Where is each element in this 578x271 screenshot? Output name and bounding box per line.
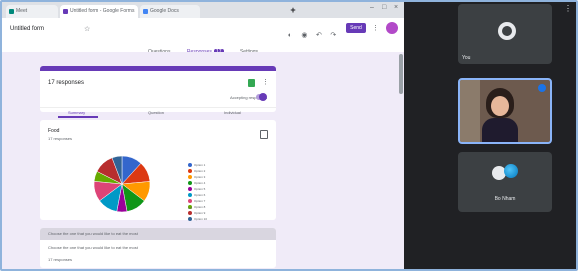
subtab-question[interactable]: Question (148, 110, 164, 115)
legend-item: Option 5 (188, 180, 207, 191)
docs-favicon-icon (143, 9, 148, 14)
preview-icon[interactable]: ◉ (299, 31, 309, 39)
forms-favicon-icon (63, 9, 68, 14)
responses-summary-card: 17 responses ⋮ Accepting responses Summa… (40, 66, 276, 118)
legend-item: Option 6 (188, 186, 207, 197)
participant-tile-other[interactable]: Bo Nham (458, 152, 552, 212)
legend-item: Option 10 (188, 210, 207, 221)
send-button[interactable]: Send (346, 23, 366, 33)
avatar (498, 22, 516, 40)
question-summary-card: Food 17 responses Option 1 Option 2 Option… (40, 120, 276, 221)
participant-tile-self[interactable]: You (458, 4, 552, 64)
video-background (460, 80, 480, 142)
meet-panel: ⋮ You Bo Nham (404, 2, 576, 269)
legend-label: Option 10 (194, 216, 208, 221)
browser-tab-meet[interactable]: Meet (6, 5, 58, 18)
more-vert-icon[interactable]: ⋮ (262, 78, 269, 86)
legend-item: Option 8 (188, 198, 207, 209)
legend-swatch (188, 216, 192, 221)
next-question-text: Choose the one that you would like to ea… (48, 245, 138, 250)
legend-item: Option 1 (188, 156, 207, 167)
accepting-responses-toggle[interactable] (256, 93, 267, 101)
next-question-count: 17 responses (48, 257, 73, 262)
browser-tab-forms[interactable]: Untitled form - Google Forms (60, 5, 138, 18)
browser-tab-docs[interactable]: Google Docs (140, 5, 200, 18)
form-title[interactable]: Untitled form (10, 26, 44, 32)
undo-icon[interactable]: ↶ (314, 31, 324, 39)
star-icon[interactable]: ☆ (84, 25, 90, 33)
globe-icon (504, 164, 518, 178)
legend-item: Option 7 (188, 192, 207, 203)
form-content: 17 responses ⋮ Accepting responses Summa… (2, 52, 404, 269)
video-face (491, 96, 509, 116)
participant-name: Bo Nham (494, 196, 516, 202)
close-icon[interactable]: × (394, 4, 398, 11)
legend-item: Option 3 (188, 168, 207, 179)
active-subtab-indicator (58, 116, 98, 118)
redo-icon[interactable]: ↷ (328, 31, 338, 39)
browser-tabstrip: Meet Untitled form - Google Forms Google… (2, 2, 404, 18)
legend-item: Option 4 (188, 174, 207, 185)
more-vert-icon[interactable]: ⋮ (564, 4, 572, 13)
participant-video (482, 88, 518, 142)
meet-favicon-icon (9, 9, 14, 14)
pie-chart (93, 155, 151, 213)
next-question-header: Choose the one that you would like to ea… (40, 228, 276, 240)
subtab-individual[interactable]: Individual (224, 110, 241, 115)
tab-label: Meet (16, 8, 28, 14)
subtab-summary[interactable]: Summary (68, 110, 85, 115)
new-tab-button[interactable]: + (288, 5, 298, 15)
participant-name: You (462, 55, 471, 61)
legend-item: Option 2 (188, 162, 207, 173)
sheets-icon[interactable] (248, 79, 255, 87)
legend-pagination[interactable]: 1/2 (188, 206, 192, 210)
next-question-card: Choose the one that you would like to ea… (40, 228, 276, 268)
minimize-icon[interactable]: – (370, 4, 374, 11)
more-vert-icon[interactable]: ⋮ (372, 24, 379, 32)
copy-chart-icon[interactable] (260, 130, 268, 139)
avatar[interactable] (386, 22, 398, 34)
tab-label: Untitled form - Google Forms (70, 8, 135, 14)
video-body (482, 118, 518, 142)
responses-subtabs: Summary Question Individual (40, 107, 276, 118)
palette-icon[interactable]: ◐ (285, 32, 295, 39)
screenshot-frame: Meet Untitled form - Google Forms Google… (0, 0, 578, 271)
question-title: Food (48, 128, 60, 134)
forms-header: Untitled form ☆ ◐ ◉ ↶ ↷ Send ⋮ Questions… (2, 18, 404, 55)
tab-label: Google Docs (150, 8, 179, 14)
avatar-inner (502, 26, 512, 36)
responses-title: 17 responses (48, 80, 85, 86)
participant-tile-video[interactable] (458, 78, 552, 144)
page-scrollbar[interactable] (399, 54, 403, 94)
maximize-icon[interactable]: □ (382, 4, 386, 11)
question-response-count: 17 responses (48, 136, 73, 141)
speaking-indicator-icon (538, 84, 546, 92)
